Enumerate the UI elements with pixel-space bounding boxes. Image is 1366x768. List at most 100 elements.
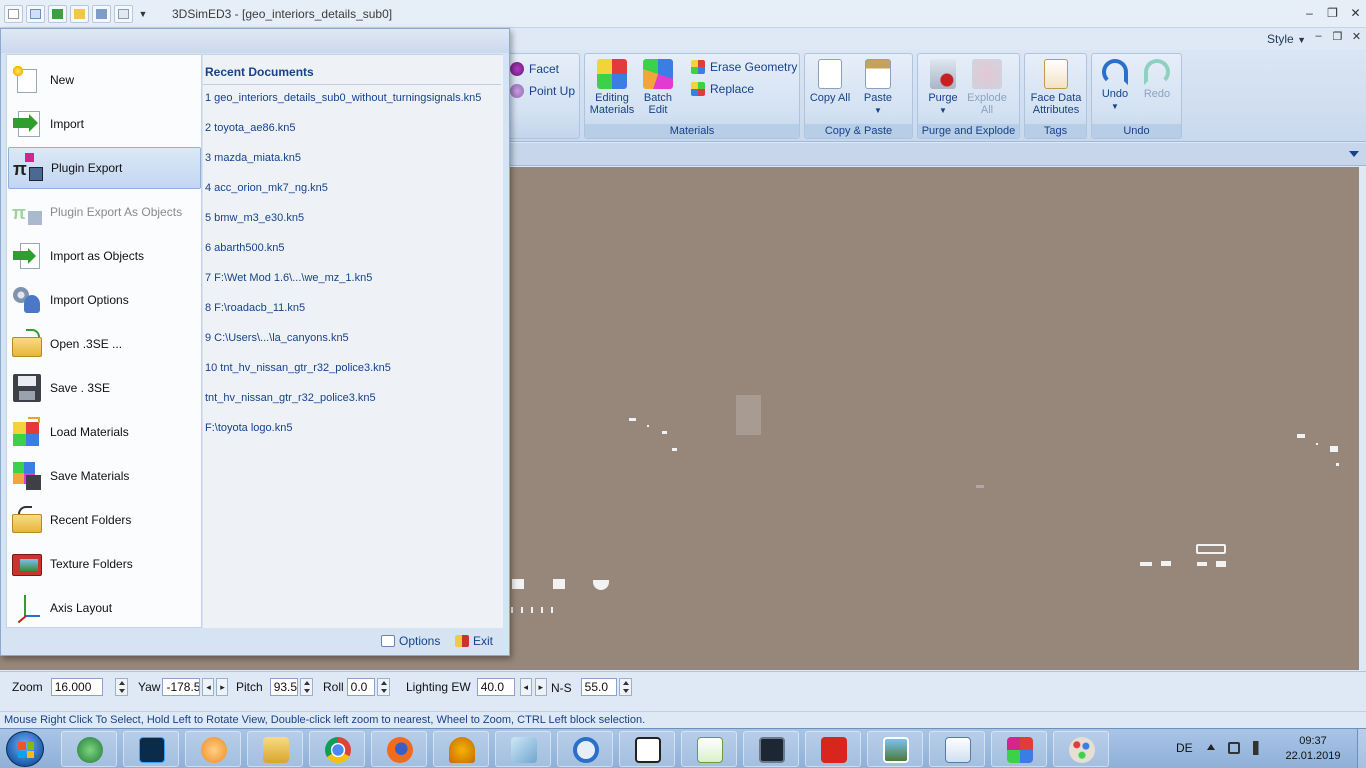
folder-icon[interactable] [70, 5, 89, 23]
notepad-plus-icon[interactable] [681, 731, 737, 767]
monitor-app-icon[interactable] [743, 731, 799, 767]
ns-spinner[interactable] [618, 678, 632, 696]
recent-document-item[interactable]: 2 toyota_ae86.kn5 [205, 122, 296, 134]
exit-button[interactable]: Exit [455, 634, 493, 648]
geometry-fragment [629, 418, 636, 421]
pitch-spinner[interactable] [299, 678, 313, 696]
style-menu-label: Style [1267, 32, 1294, 46]
new-file-icon[interactable] [4, 5, 23, 23]
yaw-input[interactable]: -178.5 [162, 678, 201, 696]
menu-item-save-materials[interactable]: Save Materials [8, 455, 201, 497]
photo-viewer-icon[interactable] [867, 731, 923, 767]
roll-input[interactable]: 0.0 [346, 678, 375, 696]
facet-button[interactable]: Facet [510, 60, 559, 78]
options-button[interactable]: Options [381, 634, 440, 648]
save-icon[interactable] [92, 5, 111, 23]
tray-expand-icon[interactable] [1207, 744, 1215, 750]
paint-icon[interactable] [1053, 731, 1109, 767]
undo-dropdown-icon[interactable]: ▼ [1111, 102, 1119, 111]
copy-icon[interactable] [114, 5, 133, 23]
menu-item-plugin-export-as-objects[interactable]: π Plugin Export As Objects [8, 191, 201, 233]
acrobat-icon[interactable] [805, 731, 861, 767]
close-icon[interactable]: ✕ [1344, 4, 1366, 22]
lighting-left-arrow-icon[interactable]: ◂ [519, 678, 532, 696]
menu-item-import[interactable]: Import [8, 103, 201, 145]
chrome-icon[interactable] [309, 731, 365, 767]
zoom-input[interactable]: 16.000 [50, 678, 103, 696]
mdi-restore-icon[interactable]: ❐ [1328, 30, 1347, 46]
mdi-close-icon[interactable]: ✕ [1347, 30, 1366, 46]
recent-document-item[interactable]: tnt_hv_nissan_gtr_r32_police3.kn5 [205, 392, 376, 404]
recent-document-item[interactable]: 5 bmw_m3_e30.kn5 [205, 212, 304, 224]
mdi-minimize-icon[interactable]: ‒ [1309, 30, 1328, 46]
unity-icon[interactable] [619, 731, 675, 767]
lighting-right-arrow-icon[interactable]: ▸ [534, 678, 547, 696]
lighting-ew-input[interactable]: 40.0 [476, 678, 515, 696]
roll-spinner[interactable] [376, 678, 390, 696]
menu-item-save-3se[interactable]: Save . 3SE [8, 367, 201, 409]
volume-icon[interactable] [1253, 741, 1267, 755]
batch-edit-button[interactable]: Batch Edit [633, 57, 683, 116]
yaw-left-arrow-icon[interactable]: ◂ [202, 678, 215, 696]
start-button[interactable] [6, 731, 44, 767]
yaw-right-arrow-icon[interactable]: ▸ [216, 678, 229, 696]
ns-input[interactable]: 55.0 [580, 678, 617, 696]
explode-all-button[interactable]: Explode All [962, 57, 1012, 116]
recent-document-item[interactable]: 1 geo_interiors_details_sub0_without_tur… [205, 92, 481, 104]
menu-item-import-options[interactable]: Import Options [8, 279, 201, 321]
geometry-fragment [1336, 463, 1339, 466]
style-menu[interactable]: Style ▼ [1267, 32, 1306, 46]
photoshop-icon[interactable] [123, 731, 179, 767]
3dsimed-icon[interactable] [991, 731, 1047, 767]
recent-document-item[interactable]: 6 abarth500.kn5 [205, 242, 285, 254]
recent-document-item[interactable]: 8 F:\roadacb_11.kn5 [205, 302, 305, 314]
face-data-attributes-button[interactable]: Face Data Attributes [1030, 57, 1082, 116]
tray-clock[interactable]: 09:37 22.01.2019 [1282, 734, 1344, 764]
pitch-input[interactable]: 93.5 [269, 678, 298, 696]
view-dropdown-icon[interactable] [1349, 151, 1359, 157]
redo-button[interactable]: Redo [1132, 57, 1182, 100]
recent-document-item[interactable]: 7 F:\Wet Mod 1.6\...\we_mz_1.kn5 [205, 272, 372, 284]
menu-item-recent-folders[interactable]: Recent Folders [8, 499, 201, 541]
recent-document-item[interactable]: 4 acc_orion_mk7_ng.kn5 [205, 182, 328, 194]
vertical-scrollbar[interactable] [1359, 167, 1366, 670]
paste-dropdown-icon[interactable]: ▼ [874, 106, 882, 115]
zoom-spinner[interactable] [114, 678, 128, 696]
menu-item-texture-folders[interactable]: Texture Folders [8, 543, 201, 585]
erase-geometry-button[interactable]: Erase Geometry [691, 58, 797, 76]
menu-item-import-as-objects[interactable]: Import as Objects [8, 235, 201, 277]
globe-app-icon[interactable] [61, 731, 117, 767]
purge-button[interactable]: Purge ▼ [918, 57, 968, 117]
restore-icon[interactable]: ❐ [1321, 4, 1344, 22]
qat-dropdown-icon[interactable]: ▼ [136, 5, 150, 23]
recent-document-item[interactable]: 9 C:\Users\...\la_canyons.kn5 [205, 332, 349, 344]
import-icon[interactable] [48, 5, 67, 23]
file-explorer-icon[interactable] [247, 731, 303, 767]
keyboard-language[interactable]: DE [1176, 741, 1193, 755]
menu-item-open-3se[interactable]: Open .3SE ... [8, 323, 201, 365]
editing-materials-button[interactable]: Editing Materials [587, 57, 637, 116]
wordpad-icon[interactable] [929, 731, 985, 767]
media-player-icon[interactable] [185, 731, 241, 767]
recent-document-item[interactable]: 10 tnt_hv_nissan_gtr_r32_police3.kn5 [205, 362, 391, 374]
open-file-icon[interactable] [26, 5, 45, 23]
recent-document-item[interactable]: F:\toyota logo.kn5 [205, 422, 292, 434]
firefox-icon[interactable] [371, 731, 427, 767]
purge-dropdown-icon[interactable]: ▼ [939, 106, 947, 115]
show-desktop-button[interactable] [1357, 729, 1366, 768]
menu-item-plugin-export[interactable]: π Plugin Export [8, 147, 201, 189]
point-up-button[interactable]: Point Up [510, 82, 575, 100]
menu-item-load-materials[interactable]: Load Materials [8, 411, 201, 453]
menu-item-label: Recent Folders [50, 513, 132, 527]
recent-document-item[interactable]: 3 mazda_miata.kn5 [205, 152, 301, 164]
paste-button[interactable]: Paste ▼ [853, 57, 903, 117]
replace-button[interactable]: Replace [691, 80, 754, 98]
menu-item-new[interactable]: New [8, 59, 201, 101]
menu-item-axis-layout[interactable]: Axis Layout [8, 587, 201, 629]
minimize-icon[interactable]: ‒ [1298, 4, 1321, 22]
notepad-icon[interactable] [495, 731, 551, 767]
action-center-icon[interactable] [1228, 742, 1240, 754]
sync-icon[interactable] [557, 731, 613, 767]
copy-all-button[interactable]: Copy All [805, 57, 855, 104]
audio-app-icon[interactable] [433, 731, 489, 767]
